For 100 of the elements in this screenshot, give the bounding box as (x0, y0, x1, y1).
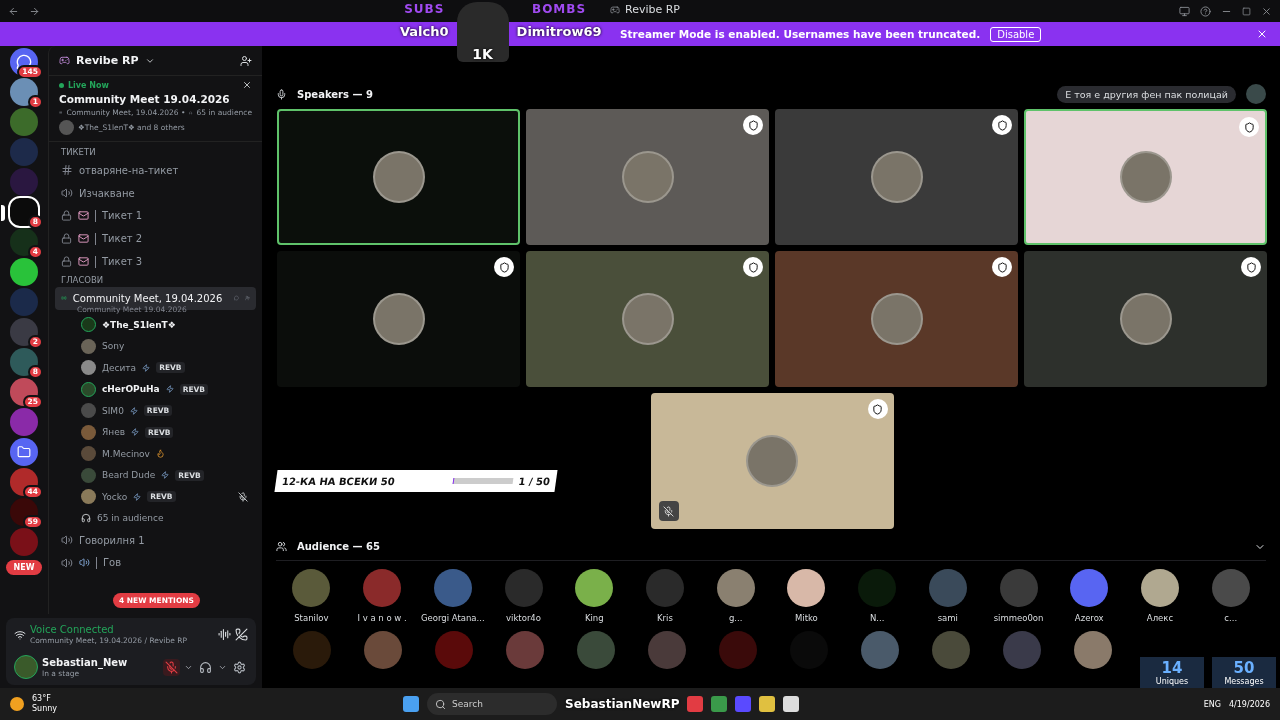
audience-avatar[interactable] (1073, 631, 1112, 669)
speaker-tile[interactable] (526, 251, 769, 387)
member-name: Sony (102, 341, 125, 352)
muted-mic-icon (658, 501, 679, 521)
subs-name: Valch0 (400, 24, 449, 40)
speaker-tile[interactable] (775, 109, 1018, 245)
search-icon (435, 698, 447, 710)
audience-name: simmeo0on (993, 613, 1044, 623)
speaker-tile[interactable] (1024, 109, 1267, 245)
settings-button[interactable] (231, 658, 248, 676)
muted-mic-button[interactable] (163, 658, 180, 676)
audience-heading: Audience — 65 (297, 541, 380, 552)
server-icon[interactable] (10, 258, 38, 286)
avatar-placeholder (1119, 293, 1172, 345)
channel-item[interactable]: Изчакване (55, 181, 256, 205)
category-label[interactable]: ТИКЕТИ (55, 145, 256, 159)
moderator-icon (743, 115, 763, 135)
bolt-icon (131, 428, 139, 437)
avatar-placeholder (372, 293, 425, 345)
close-icon[interactable] (1256, 28, 1268, 40)
event-title: Community Meet 19.04.2026 (59, 93, 231, 105)
browser-icon[interactable] (711, 696, 728, 712)
channel-item[interactable]: Тикет 1 (55, 204, 256, 228)
invite-icon[interactable] (240, 54, 252, 67)
speaker-icon (61, 187, 73, 200)
audience-avatar[interactable] (575, 569, 614, 607)
audience-count[interactable]: 65 in audience (97, 513, 164, 524)
avatar (59, 120, 74, 135)
member-name: Янев (102, 427, 125, 438)
server-folder[interactable] (10, 438, 38, 466)
envelope-icon (78, 233, 89, 245)
user-avatar[interactable] (14, 655, 38, 679)
audience-name: Stanilov (294, 613, 329, 623)
member-name: SIM0 (102, 405, 124, 416)
channel-item[interactable]: Говорилня 1 (55, 528, 256, 552)
speaker-icon (61, 556, 73, 569)
monitor-icon[interactable] (1179, 5, 1190, 17)
channel-item[interactable]: Гов (55, 551, 256, 575)
soundboard-icon[interactable] (218, 628, 231, 641)
banner-text: Streamer Mode is enabled. Usernames have been truncated. (620, 28, 981, 40)
speaker-tile[interactable] (650, 393, 894, 529)
speaker-tile[interactable] (1024, 251, 1267, 387)
disconnect-icon[interactable] (235, 628, 248, 641)
back-icon[interactable] (8, 5, 19, 17)
start-icon[interactable] (403, 696, 420, 712)
speaker-tile[interactable] (526, 109, 769, 245)
avatar-placeholder (870, 293, 923, 345)
voice-status[interactable]: Voice Connected (30, 624, 187, 635)
speaker-icon (61, 534, 73, 547)
date-text[interactable]: 4/19/2026 (1228, 699, 1270, 709)
member-row[interactable]: Sony (55, 335, 256, 357)
server-name[interactable]: Revibe RP (76, 54, 139, 67)
member-name: cHerOPuHa (102, 384, 160, 395)
app-icon[interactable] (759, 696, 776, 712)
member-row[interactable]: M.Mecinov (55, 442, 256, 465)
avatar-placeholder (621, 293, 674, 345)
muted-mic-icon (238, 491, 248, 502)
avatar-placeholder (1119, 151, 1172, 203)
user-name: Sebastian_New (42, 656, 128, 668)
moderator-icon (1239, 117, 1259, 137)
search-field[interactable]: Search (427, 693, 558, 715)
chat-icon[interactable] (234, 293, 240, 304)
disable-button[interactable]: Disable (990, 26, 1042, 42)
stat-value: 14 (1161, 659, 1183, 677)
audience-name: Kris (657, 613, 673, 623)
category-label[interactable]: ГЛАСОВИ (55, 273, 256, 287)
folder-icon (17, 445, 31, 459)
speaker-tile[interactable] (775, 251, 1018, 387)
member-row[interactable]: ❖The_S1lenT❖ (55, 313, 256, 336)
help-icon[interactable] (1200, 5, 1211, 17)
audience-name: sami (937, 613, 958, 623)
audience-avatar[interactable] (787, 569, 826, 607)
avatar-placeholder (621, 151, 674, 203)
stat-label: Uniques (1155, 677, 1189, 686)
audience-avatar[interactable] (716, 569, 755, 607)
close-icon[interactable] (1261, 5, 1272, 17)
forward-icon[interactable] (29, 5, 40, 17)
member-name: Десита (102, 362, 137, 373)
bombs-label: BOMBS (532, 2, 587, 16)
close-icon[interactable] (242, 80, 252, 90)
avatar-placeholder (746, 435, 798, 487)
moderator-icon (992, 257, 1012, 277)
bolt-icon (165, 385, 174, 394)
bolt-icon (161, 471, 170, 480)
temperature: 63°F (32, 694, 52, 704)
channel-item[interactable]: Тикет 2 (55, 227, 256, 251)
live-label: Live Now (68, 80, 109, 90)
audience-avatar[interactable] (1141, 569, 1179, 607)
audience-name: viktor4o (506, 613, 541, 623)
status-chip: Е тоя е другия фен пак полицай (1057, 85, 1236, 103)
weather-text: Sunny (32, 704, 58, 714)
language-indicator[interactable]: ENG (1203, 699, 1221, 709)
speaker-tile[interactable] (277, 251, 520, 387)
avatar-placeholder (372, 151, 425, 203)
channel-item[interactable]: отваряне-на-тикет (55, 159, 256, 182)
stat-label: Messages (1224, 677, 1264, 686)
channel-item[interactable]: Тикет 3 (55, 250, 256, 273)
speaker-tile[interactable] (277, 109, 520, 245)
maximize-icon[interactable] (1242, 6, 1251, 16)
app-icon[interactable] (783, 696, 800, 712)
